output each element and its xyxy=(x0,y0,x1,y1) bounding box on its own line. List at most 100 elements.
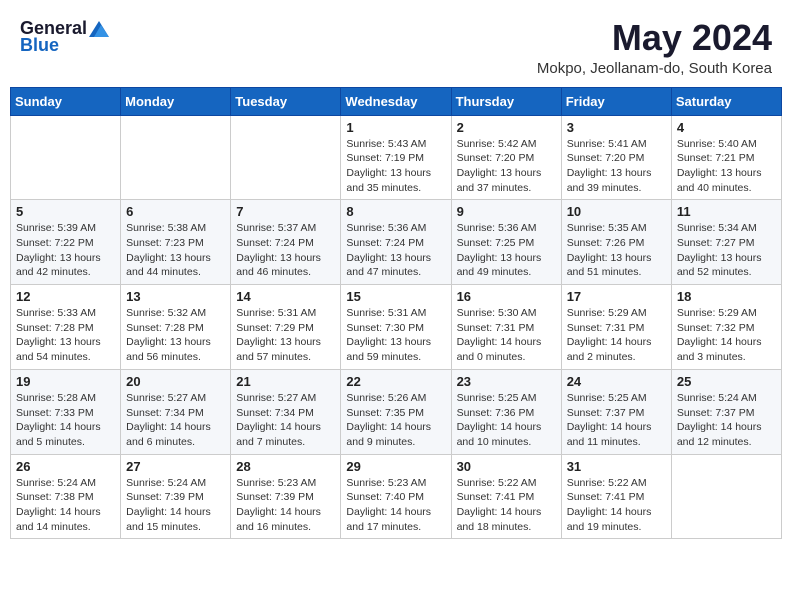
day-info: Sunrise: 5:31 AMSunset: 7:30 PMDaylight:… xyxy=(346,306,445,365)
day-number: 24 xyxy=(567,374,666,389)
day-info: Sunrise: 5:38 AMSunset: 7:23 PMDaylight:… xyxy=(126,221,225,280)
day-info: Sunrise: 5:37 AMSunset: 7:24 PMDaylight:… xyxy=(236,221,335,280)
day-info: Sunrise: 5:32 AMSunset: 7:28 PMDaylight:… xyxy=(126,306,225,365)
day-number: 9 xyxy=(457,204,556,219)
calendar-cell: 8 Sunrise: 5:36 AMSunset: 7:24 PMDaylight… xyxy=(341,200,451,285)
day-number: 11 xyxy=(677,204,776,219)
day-info: Sunrise: 5:24 AMSunset: 7:39 PMDaylight:… xyxy=(126,476,225,535)
day-number: 10 xyxy=(567,204,666,219)
col-header-friday: Friday xyxy=(561,87,671,115)
day-info: Sunrise: 5:42 AMSunset: 7:20 PMDaylight:… xyxy=(457,137,556,196)
logo: General Blue xyxy=(20,18,111,56)
calendar-cell: 21 Sunrise: 5:27 AMSunset: 7:34 PMDayligh… xyxy=(231,369,341,454)
day-number: 2 xyxy=(457,120,556,135)
day-info: Sunrise: 5:41 AMSunset: 7:20 PMDaylight:… xyxy=(567,137,666,196)
day-number: 31 xyxy=(567,459,666,474)
calendar-cell: 11 Sunrise: 5:34 AMSunset: 7:27 PMDayligh… xyxy=(671,200,781,285)
day-info: Sunrise: 5:29 AMSunset: 7:32 PMDaylight:… xyxy=(677,306,776,365)
day-info: Sunrise: 5:25 AMSunset: 7:36 PMDaylight:… xyxy=(457,391,556,450)
day-number: 3 xyxy=(567,120,666,135)
day-number: 19 xyxy=(16,374,115,389)
logo-blue-text: Blue xyxy=(20,35,59,56)
day-number: 1 xyxy=(346,120,445,135)
day-info: Sunrise: 5:24 AMSunset: 7:37 PMDaylight:… xyxy=(677,391,776,450)
day-info: Sunrise: 5:23 AMSunset: 7:39 PMDaylight:… xyxy=(236,476,335,535)
day-info: Sunrise: 5:30 AMSunset: 7:31 PMDaylight:… xyxy=(457,306,556,365)
calendar-cell xyxy=(231,115,341,200)
day-number: 12 xyxy=(16,289,115,304)
calendar-week-3: 12 Sunrise: 5:33 AMSunset: 7:28 PMDayligh… xyxy=(11,285,782,370)
calendar-cell: 30 Sunrise: 5:22 AMSunset: 7:41 PMDayligh… xyxy=(451,454,561,539)
day-info: Sunrise: 5:27 AMSunset: 7:34 PMDaylight:… xyxy=(236,391,335,450)
day-info: Sunrise: 5:39 AMSunset: 7:22 PMDaylight:… xyxy=(16,221,115,280)
month-title: May 2024 xyxy=(537,18,772,58)
day-number: 18 xyxy=(677,289,776,304)
calendar-cell: 16 Sunrise: 5:30 AMSunset: 7:31 PMDayligh… xyxy=(451,285,561,370)
calendar-week-1: 1Sunrise: 5:43 AMSunset: 7:19 PMDaylight… xyxy=(11,115,782,200)
day-number: 16 xyxy=(457,289,556,304)
calendar-week-5: 26 Sunrise: 5:24 AMSunset: 7:38 PMDayligh… xyxy=(11,454,782,539)
day-number: 23 xyxy=(457,374,556,389)
day-number: 8 xyxy=(346,204,445,219)
calendar-cell: 9 Sunrise: 5:36 AMSunset: 7:25 PMDaylight… xyxy=(451,200,561,285)
day-info: Sunrise: 5:25 AMSunset: 7:37 PMDaylight:… xyxy=(567,391,666,450)
day-info: Sunrise: 5:34 AMSunset: 7:27 PMDaylight:… xyxy=(677,221,776,280)
calendar-header-row: SundayMondayTuesdayWednesdayThursdayFrid… xyxy=(11,87,782,115)
day-number: 25 xyxy=(677,374,776,389)
day-info: Sunrise: 5:26 AMSunset: 7:35 PMDaylight:… xyxy=(346,391,445,450)
day-info: Sunrise: 5:22 AMSunset: 7:41 PMDaylight:… xyxy=(567,476,666,535)
calendar-cell xyxy=(671,454,781,539)
day-number: 21 xyxy=(236,374,335,389)
calendar-cell: 29 Sunrise: 5:23 AMSunset: 7:40 PMDayligh… xyxy=(341,454,451,539)
calendar-cell: 24 Sunrise: 5:25 AMSunset: 7:37 PMDayligh… xyxy=(561,369,671,454)
day-number: 29 xyxy=(346,459,445,474)
day-number: 17 xyxy=(567,289,666,304)
day-number: 5 xyxy=(16,204,115,219)
day-number: 20 xyxy=(126,374,225,389)
calendar-cell: 31 Sunrise: 5:22 AMSunset: 7:41 PMDayligh… xyxy=(561,454,671,539)
day-info: Sunrise: 5:33 AMSunset: 7:28 PMDaylight:… xyxy=(16,306,115,365)
calendar-week-2: 5 Sunrise: 5:39 AMSunset: 7:22 PMDaylight… xyxy=(11,200,782,285)
day-info: Sunrise: 5:28 AMSunset: 7:33 PMDaylight:… xyxy=(16,391,115,450)
day-info: Sunrise: 5:27 AMSunset: 7:34 PMDaylight:… xyxy=(126,391,225,450)
calendar-cell: 26 Sunrise: 5:24 AMSunset: 7:38 PMDayligh… xyxy=(11,454,121,539)
calendar-cell: 2 Sunrise: 5:42 AMSunset: 7:20 PMDaylight… xyxy=(451,115,561,200)
location-subtitle: Mokpo, Jeollanam-do, South Korea xyxy=(537,60,772,77)
calendar-cell xyxy=(11,115,121,200)
calendar-cell: 27 Sunrise: 5:24 AMSunset: 7:39 PMDayligh… xyxy=(121,454,231,539)
calendar-cell: 12 Sunrise: 5:33 AMSunset: 7:28 PMDayligh… xyxy=(11,285,121,370)
col-header-thursday: Thursday xyxy=(451,87,561,115)
day-number: 28 xyxy=(236,459,335,474)
col-header-wednesday: Wednesday xyxy=(341,87,451,115)
day-info: Sunrise: 5:31 AMSunset: 7:29 PMDaylight:… xyxy=(236,306,335,365)
logo-icon xyxy=(89,21,109,37)
day-number: 26 xyxy=(16,459,115,474)
page-header: General Blue May 2024 Mokpo, Jeollanam-d… xyxy=(10,10,782,81)
calendar-cell: 5 Sunrise: 5:39 AMSunset: 7:22 PMDaylight… xyxy=(11,200,121,285)
calendar-cell: 10Sunrise: 5:35 AMSunset: 7:26 PMDayligh… xyxy=(561,200,671,285)
day-number: 14 xyxy=(236,289,335,304)
day-number: 15 xyxy=(346,289,445,304)
day-number: 27 xyxy=(126,459,225,474)
calendar-cell: 13Sunrise: 5:32 AMSunset: 7:28 PMDayligh… xyxy=(121,285,231,370)
day-number: 22 xyxy=(346,374,445,389)
day-info: Sunrise: 5:40 AMSunset: 7:21 PMDaylight:… xyxy=(677,137,776,196)
calendar-cell: 6 Sunrise: 5:38 AMSunset: 7:23 PMDaylight… xyxy=(121,200,231,285)
calendar-week-4: 19 Sunrise: 5:28 AMSunset: 7:33 PMDayligh… xyxy=(11,369,782,454)
day-info: Sunrise: 5:36 AMSunset: 7:25 PMDaylight:… xyxy=(457,221,556,280)
day-info: Sunrise: 5:24 AMSunset: 7:38 PMDaylight:… xyxy=(16,476,115,535)
day-info: Sunrise: 5:36 AMSunset: 7:24 PMDaylight:… xyxy=(346,221,445,280)
day-number: 6 xyxy=(126,204,225,219)
col-header-tuesday: Tuesday xyxy=(231,87,341,115)
day-number: 30 xyxy=(457,459,556,474)
calendar-cell: 15 Sunrise: 5:31 AMSunset: 7:30 PMDayligh… xyxy=(341,285,451,370)
title-section: May 2024 Mokpo, Jeollanam-do, South Kore… xyxy=(537,18,772,77)
day-info: Sunrise: 5:22 AMSunset: 7:41 PMDaylight:… xyxy=(457,476,556,535)
day-info: Sunrise: 5:23 AMSunset: 7:40 PMDaylight:… xyxy=(346,476,445,535)
calendar-cell: 3 Sunrise: 5:41 AMSunset: 7:20 PMDaylight… xyxy=(561,115,671,200)
calendar-cell: 1Sunrise: 5:43 AMSunset: 7:19 PMDaylight… xyxy=(341,115,451,200)
col-header-saturday: Saturday xyxy=(671,87,781,115)
day-number: 4 xyxy=(677,120,776,135)
calendar-cell: 22 Sunrise: 5:26 AMSunset: 7:35 PMDayligh… xyxy=(341,369,451,454)
calendar-cell: 28 Sunrise: 5:23 AMSunset: 7:39 PMDayligh… xyxy=(231,454,341,539)
